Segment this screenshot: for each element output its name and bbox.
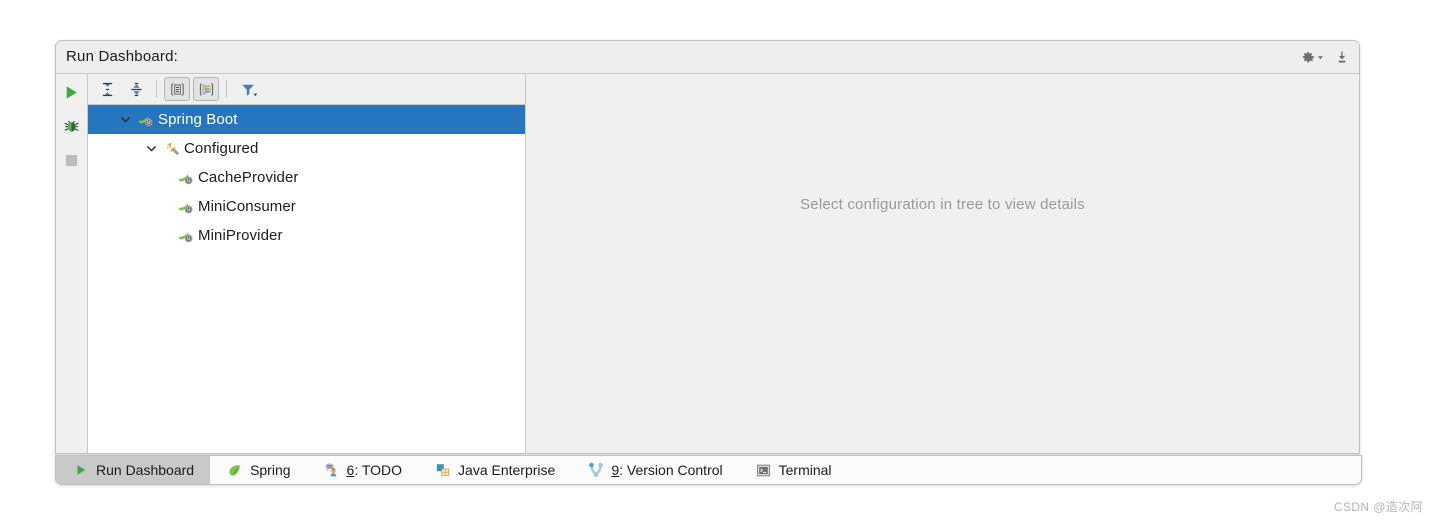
tree-node-label: MiniProvider [198,227,283,244]
tree-node-label: Configured [184,140,259,157]
document-brackets-icon [169,81,186,98]
details-empty-message: Select configuration in tree to view det… [800,196,1085,213]
play-icon [63,84,80,101]
tab-run-dashboard[interactable]: Run Dashboard [56,456,211,484]
tab-label-text: : Version Control [619,462,723,478]
stop-button[interactable] [60,148,84,172]
page-title: Run Dashboard: [66,48,179,65]
details-pane: Select configuration in tree to view det… [526,74,1359,453]
csdn-watermark: CSDN @造次阿 [1333,500,1423,514]
tab-spring[interactable]: Spring [210,456,306,484]
expand-all-button[interactable] [94,77,120,101]
expand-all-icon [99,81,116,98]
run-button[interactable] [60,80,84,104]
filter-button[interactable] [234,77,264,101]
spring-leaf-icon [226,462,243,479]
version-control-icon [587,462,604,479]
collapse-all-button[interactable] [123,77,149,101]
tree-toolbar [88,74,525,105]
tool-window-tab-bar: Run Dashboard Spring 6: TODO Java Enterp… [55,455,1362,485]
tab-label: 9: Version Control [611,462,722,478]
tab-label: Terminal [778,462,832,478]
screenshot-root: Run Dashboard: Spring Boot Configured Ca… [0,0,1435,522]
tab-label: Java Enterprise [458,462,556,478]
spring-boot-run-icon [136,111,156,129]
tool-window-header-actions [1301,41,1349,74]
show-configurations-button[interactable] [164,77,190,101]
terminal-icon [755,462,772,479]
settings-gear-dropdown[interactable] [1301,51,1324,65]
bug-icon [63,118,80,135]
run-actions-toolbar [56,74,88,453]
tree-node-spring-boot[interactable]: Spring Boot [88,105,525,134]
spring-boot-run-icon [176,227,196,245]
filter-icon [240,81,259,98]
tab-label-text: : TODO [354,462,403,478]
hide-window-button[interactable] [1335,50,1349,65]
tab-label: Run Dashboard [96,462,195,478]
tool-window-header: Run Dashboard: [56,41,1359,74]
hide-icon [1335,50,1349,65]
java-enterprise-icon [434,462,451,479]
configurations-tree-panel: Spring Boot Configured CacheProvider Min… [88,74,526,453]
tree-node-configured[interactable]: Configured [88,134,525,163]
tab-todo[interactable]: 6: TODO [307,456,419,484]
collapse-all-icon [128,81,145,98]
tab-label: 6: TODO [347,462,403,478]
toolbar-separator-1 [156,80,157,98]
tree-node-label: CacheProvider [198,169,299,186]
chevron-down-icon[interactable] [140,143,162,154]
tab-label: Spring [250,462,291,478]
toolbar-separator-2 [226,80,227,98]
tab-mnemonic: 9 [611,462,620,478]
colored-list-brackets-icon [198,81,215,98]
tree-node-cacheprovider[interactable]: CacheProvider [88,163,525,192]
todo-icon [323,462,340,479]
stop-icon [64,153,79,168]
tree-node-miniconsumer[interactable]: MiniConsumer [88,192,525,221]
tree-node-label: Spring Boot [158,111,238,128]
spring-boot-run-icon [176,169,196,187]
tab-version-control[interactable]: 9: Version Control [571,456,738,484]
tab-java-enterprise[interactable]: Java Enterprise [418,456,571,484]
gear-icon [1301,51,1315,65]
tool-window-body: Spring Boot Configured CacheProvider Min… [56,74,1359,453]
tree-node-label: MiniConsumer [198,198,296,215]
play-icon [72,462,89,479]
group-by-type-button[interactable] [193,77,219,101]
tree-node-miniprovider[interactable]: MiniProvider [88,221,525,250]
debug-button[interactable] [60,114,84,138]
spring-boot-run-icon [176,198,196,216]
run-configurations-tree[interactable]: Spring Boot Configured CacheProvider Min… [88,105,525,453]
run-dashboard-tool-window: Run Dashboard: Spring Boot Configured Ca… [55,40,1360,454]
chevron-down-icon [1317,54,1324,61]
chevron-down-icon[interactable] [114,114,136,125]
wrench-gear-icon [162,140,182,158]
tab-terminal[interactable]: Terminal [739,456,848,484]
